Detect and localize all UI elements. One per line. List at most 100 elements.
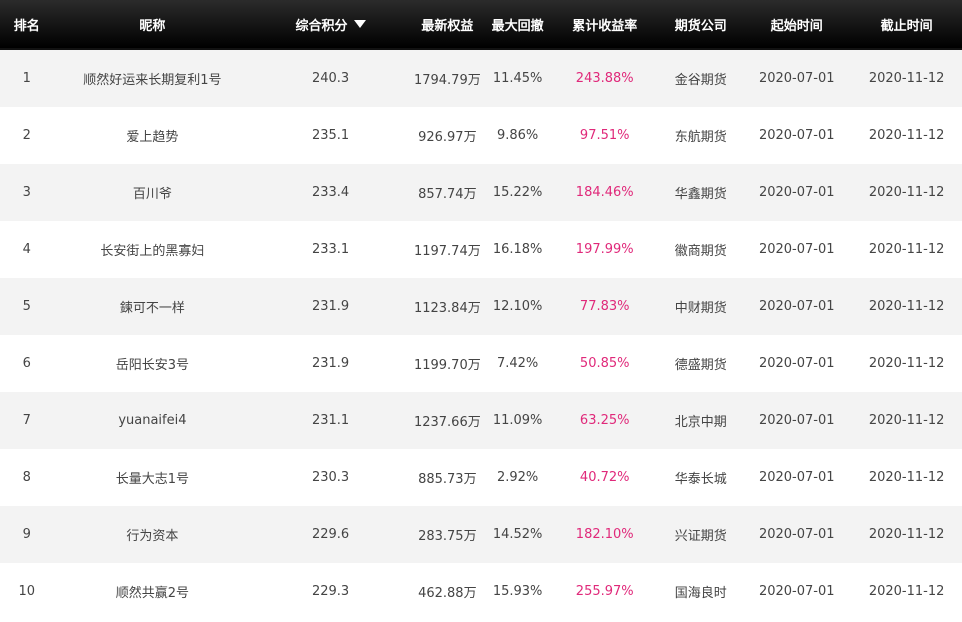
table-row[interactable]: 4 长安街上的黑寡妇 233.1 1197.74万 16.18% 197.99%… [0, 221, 962, 278]
cell-end: 2020-11-12 [868, 299, 945, 314]
cell-start: 2020-07-01 [758, 413, 835, 428]
cell-company: 兴证期货 [674, 529, 727, 544]
header-score-label: 综合积分 [295, 18, 348, 34]
cell-start: 2020-07-01 [758, 242, 835, 257]
cell-rank: 6 [22, 356, 31, 371]
cell-start: 2020-07-01 [758, 584, 835, 599]
cell-nickname[interactable]: 爱上趋势 [53, 126, 251, 145]
cell-rank: 8 [22, 470, 31, 485]
table-row[interactable]: 10 顺然共赢2号 229.3 462.88万 15.93% 255.97% 国… [0, 563, 962, 620]
cell-nickname[interactable]: yuanaifei4 [53, 413, 251, 428]
cell-rank: 9 [22, 527, 31, 542]
cell-return: 77.83% [579, 299, 630, 314]
cell-company: 华泰长城 [674, 472, 727, 487]
table-row[interactable]: 5 鍊可不一样 231.9 1123.84万 12.10% 77.83% 中财期… [0, 278, 962, 335]
cell-start: 2020-07-01 [758, 527, 835, 542]
cell-equity: 926.97万 [418, 130, 477, 145]
cell-company: 金谷期货 [674, 73, 727, 88]
cell-drawdown: 11.09% [492, 413, 543, 428]
cell-rank: 2 [22, 128, 31, 143]
cell-drawdown: 14.52% [492, 527, 543, 542]
cell-drawdown: 15.93% [492, 584, 543, 599]
cell-drawdown: 7.42% [496, 356, 539, 371]
cell-equity: 283.75万 [418, 529, 477, 544]
cell-company: 徽商期货 [674, 244, 727, 259]
cell-return: 182.10% [575, 527, 634, 542]
cell-start: 2020-07-01 [758, 71, 835, 86]
cell-equity: 885.73万 [418, 472, 477, 487]
cell-end: 2020-11-12 [868, 242, 945, 257]
cell-score: 235.1 [311, 128, 350, 143]
cell-rank: 10 [18, 584, 35, 599]
header-end[interactable]: 截止时间 [851, 15, 962, 34]
table-row[interactable]: 1 顺然好运来长期复利1号 240.3 1794.79万 11.45% 243.… [0, 50, 962, 107]
cell-nickname[interactable]: 顺然共赢2号 [53, 582, 251, 601]
cell-start: 2020-07-01 [758, 299, 835, 314]
cell-equity: 1123.84万 [413, 301, 481, 316]
cell-company: 北京中期 [674, 415, 727, 430]
cell-end: 2020-11-12 [868, 71, 945, 86]
cell-end: 2020-11-12 [868, 185, 945, 200]
cell-return: 197.99% [575, 242, 634, 257]
cell-end: 2020-11-12 [868, 470, 945, 485]
cell-score: 233.1 [311, 242, 350, 257]
header-company[interactable]: 期货公司 [659, 15, 742, 34]
cell-end: 2020-11-12 [868, 584, 945, 599]
cell-nickname[interactable]: 行为资本 [53, 525, 251, 544]
table-row[interactable]: 6 岳阳长安3号 231.9 1199.70万 7.42% 50.85% 德盛期… [0, 335, 962, 392]
table-row[interactable]: 9 行为资本 229.6 283.75万 14.52% 182.10% 兴证期货… [0, 506, 962, 563]
cell-rank: 5 [22, 299, 31, 314]
cell-end: 2020-11-12 [868, 128, 945, 143]
header-score[interactable]: 综合积分 [251, 15, 409, 34]
cell-end: 2020-11-12 [868, 356, 945, 371]
table-header: 排名 昵称 综合积分 最新权益 最大回撤 累计收益率 期货公司 起始时间 截止时… [0, 0, 962, 50]
cell-rank: 4 [22, 242, 31, 257]
header-drawdown[interactable]: 最大回撤 [485, 15, 550, 34]
cell-start: 2020-07-01 [758, 470, 835, 485]
cell-equity: 857.74万 [418, 187, 477, 202]
cell-score: 231.9 [311, 299, 350, 314]
header-rank[interactable]: 排名 [0, 15, 53, 34]
cell-company: 东航期货 [674, 130, 727, 145]
table-row[interactable]: 2 爱上趋势 235.1 926.97万 9.86% 97.51% 东航期货 2… [0, 107, 962, 164]
cell-company: 中财期货 [674, 301, 727, 316]
cell-start: 2020-07-01 [758, 356, 835, 371]
cell-start: 2020-07-01 [758, 185, 835, 200]
cell-nickname[interactable]: 长安街上的黑寡妇 [53, 240, 251, 259]
cell-end: 2020-11-12 [868, 527, 945, 542]
cell-score: 233.4 [311, 185, 350, 200]
cell-rank: 3 [22, 185, 31, 200]
cell-return: 63.25% [579, 413, 630, 428]
cell-score: 231.1 [311, 413, 350, 428]
cell-equity: 1199.70万 [413, 358, 481, 373]
cell-return: 255.97% [575, 584, 634, 599]
cell-drawdown: 2.92% [496, 470, 539, 485]
cell-return: 243.88% [575, 71, 634, 86]
header-start[interactable]: 起始时间 [742, 15, 851, 34]
cell-end: 2020-11-12 [868, 413, 945, 428]
cell-drawdown: 15.22% [492, 185, 543, 200]
cell-drawdown: 12.10% [492, 299, 543, 314]
cell-nickname[interactable]: 长量大志1号 [53, 468, 251, 487]
cell-nickname[interactable]: 顺然好运来长期复利1号 [53, 69, 251, 88]
cell-drawdown: 16.18% [492, 242, 543, 257]
table-row[interactable]: 3 百川爷 233.4 857.74万 15.22% 184.46% 华鑫期货 … [0, 164, 962, 221]
cell-return: 50.85% [579, 356, 630, 371]
header-equity[interactable]: 最新权益 [410, 15, 485, 34]
cell-score: 229.6 [311, 527, 350, 542]
cell-rank: 1 [22, 71, 31, 86]
table-row[interactable]: 8 长量大志1号 230.3 885.73万 2.92% 40.72% 华泰长城… [0, 449, 962, 506]
table-row[interactable]: 7 yuanaifei4 231.1 1237.66万 11.09% 63.25… [0, 392, 962, 449]
cell-score: 231.9 [311, 356, 350, 371]
cell-return: 97.51% [579, 128, 630, 143]
cell-nickname[interactable]: 百川爷 [53, 183, 251, 202]
cell-drawdown: 11.45% [492, 71, 543, 86]
cell-start: 2020-07-01 [758, 128, 835, 143]
sort-desc-icon[interactable] [353, 20, 366, 28]
header-return[interactable]: 累计收益率 [550, 15, 659, 34]
header-nickname[interactable]: 昵称 [53, 15, 251, 34]
cell-nickname[interactable]: 岳阳长安3号 [53, 354, 251, 373]
cell-nickname[interactable]: 鍊可不一样 [53, 297, 251, 316]
cell-equity: 1197.74万 [413, 244, 481, 259]
cell-company: 国海良时 [674, 586, 727, 601]
